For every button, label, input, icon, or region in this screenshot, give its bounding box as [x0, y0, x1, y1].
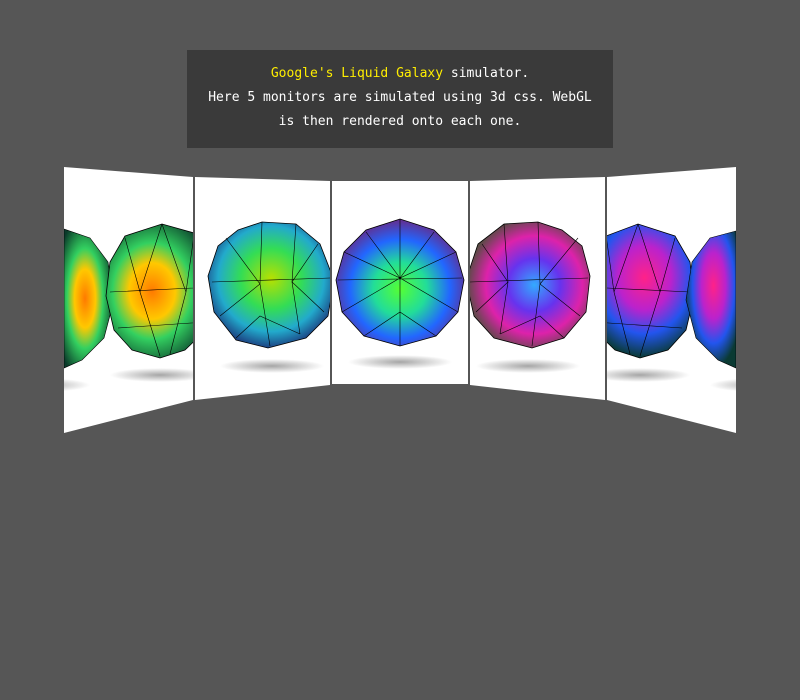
monitor-4	[470, 177, 605, 400]
monitor-3	[332, 181, 468, 384]
monitor-2	[195, 177, 330, 400]
monitor-wall	[64, 167, 736, 433]
monitor-1	[64, 167, 193, 433]
monitor-5	[607, 167, 736, 433]
